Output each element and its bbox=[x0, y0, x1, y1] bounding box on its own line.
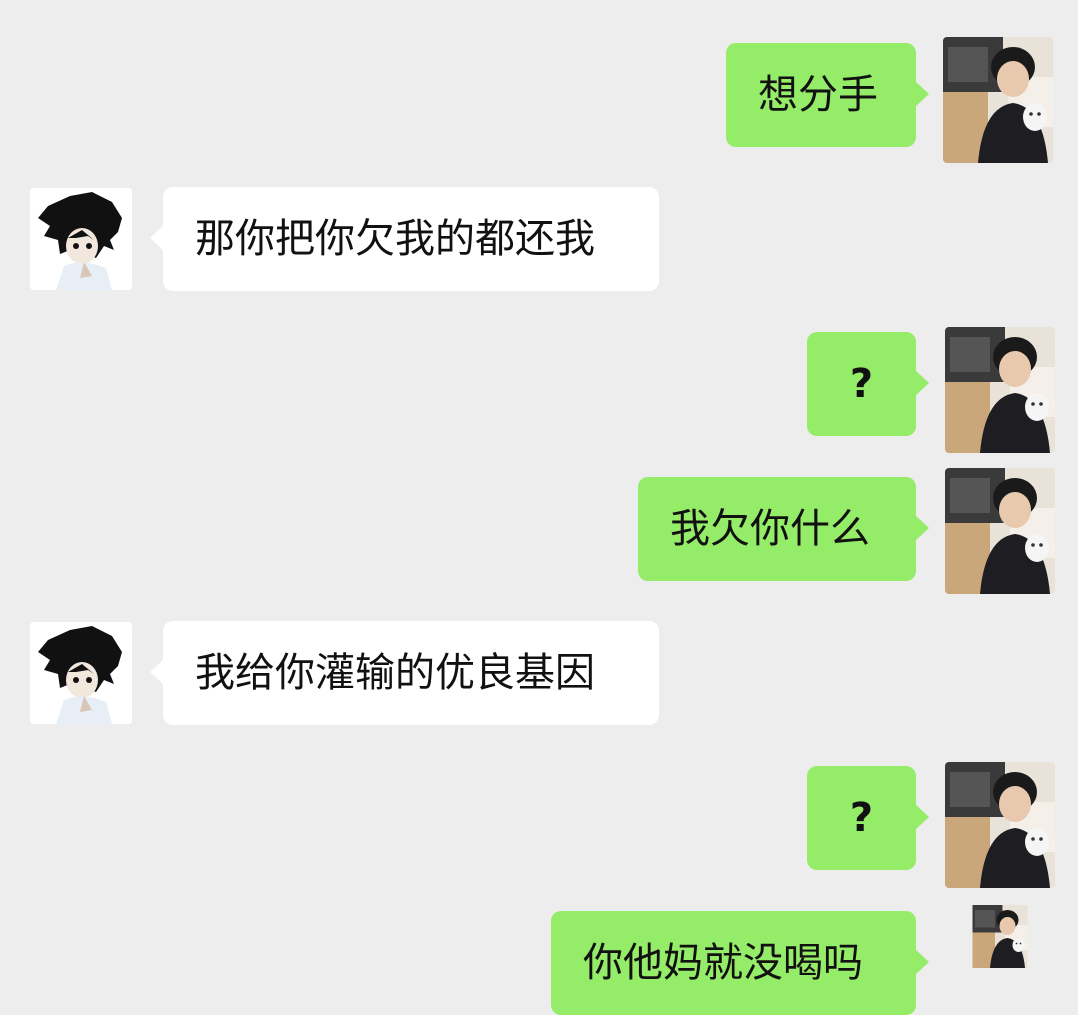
other-message-bubble[interactable]: 我给你灌输的优良基因 bbox=[150, 621, 659, 725]
self-message-bubble[interactable]: 你他妈就没喝吗 bbox=[551, 911, 929, 1015]
self-avatar-photo-icon[interactable] bbox=[945, 905, 1055, 968]
self-message-bubble[interactable]: ? bbox=[807, 766, 929, 870]
self-message-bubble[interactable]: ? bbox=[807, 332, 929, 436]
chat-message-list: 想分手 那你把你欠我的都还我 ? 我欠你什么 我给你灌输的优良基因 ? 你他妈就… bbox=[0, 0, 1078, 1015]
self-message-bubble[interactable]: 我欠你什么 bbox=[638, 477, 929, 581]
other-avatar-anime-icon[interactable] bbox=[30, 188, 132, 290]
self-message-bubble[interactable]: 想分手 bbox=[726, 43, 929, 147]
other-message-bubble[interactable]: 那你把你欠我的都还我 bbox=[150, 187, 659, 291]
self-avatar-photo-icon[interactable] bbox=[945, 762, 1055, 888]
self-avatar-photo-icon[interactable] bbox=[945, 468, 1055, 594]
self-avatar-photo-icon[interactable] bbox=[943, 37, 1053, 163]
self-avatar-photo-icon[interactable] bbox=[945, 327, 1055, 453]
other-avatar-anime-icon[interactable] bbox=[30, 622, 132, 724]
